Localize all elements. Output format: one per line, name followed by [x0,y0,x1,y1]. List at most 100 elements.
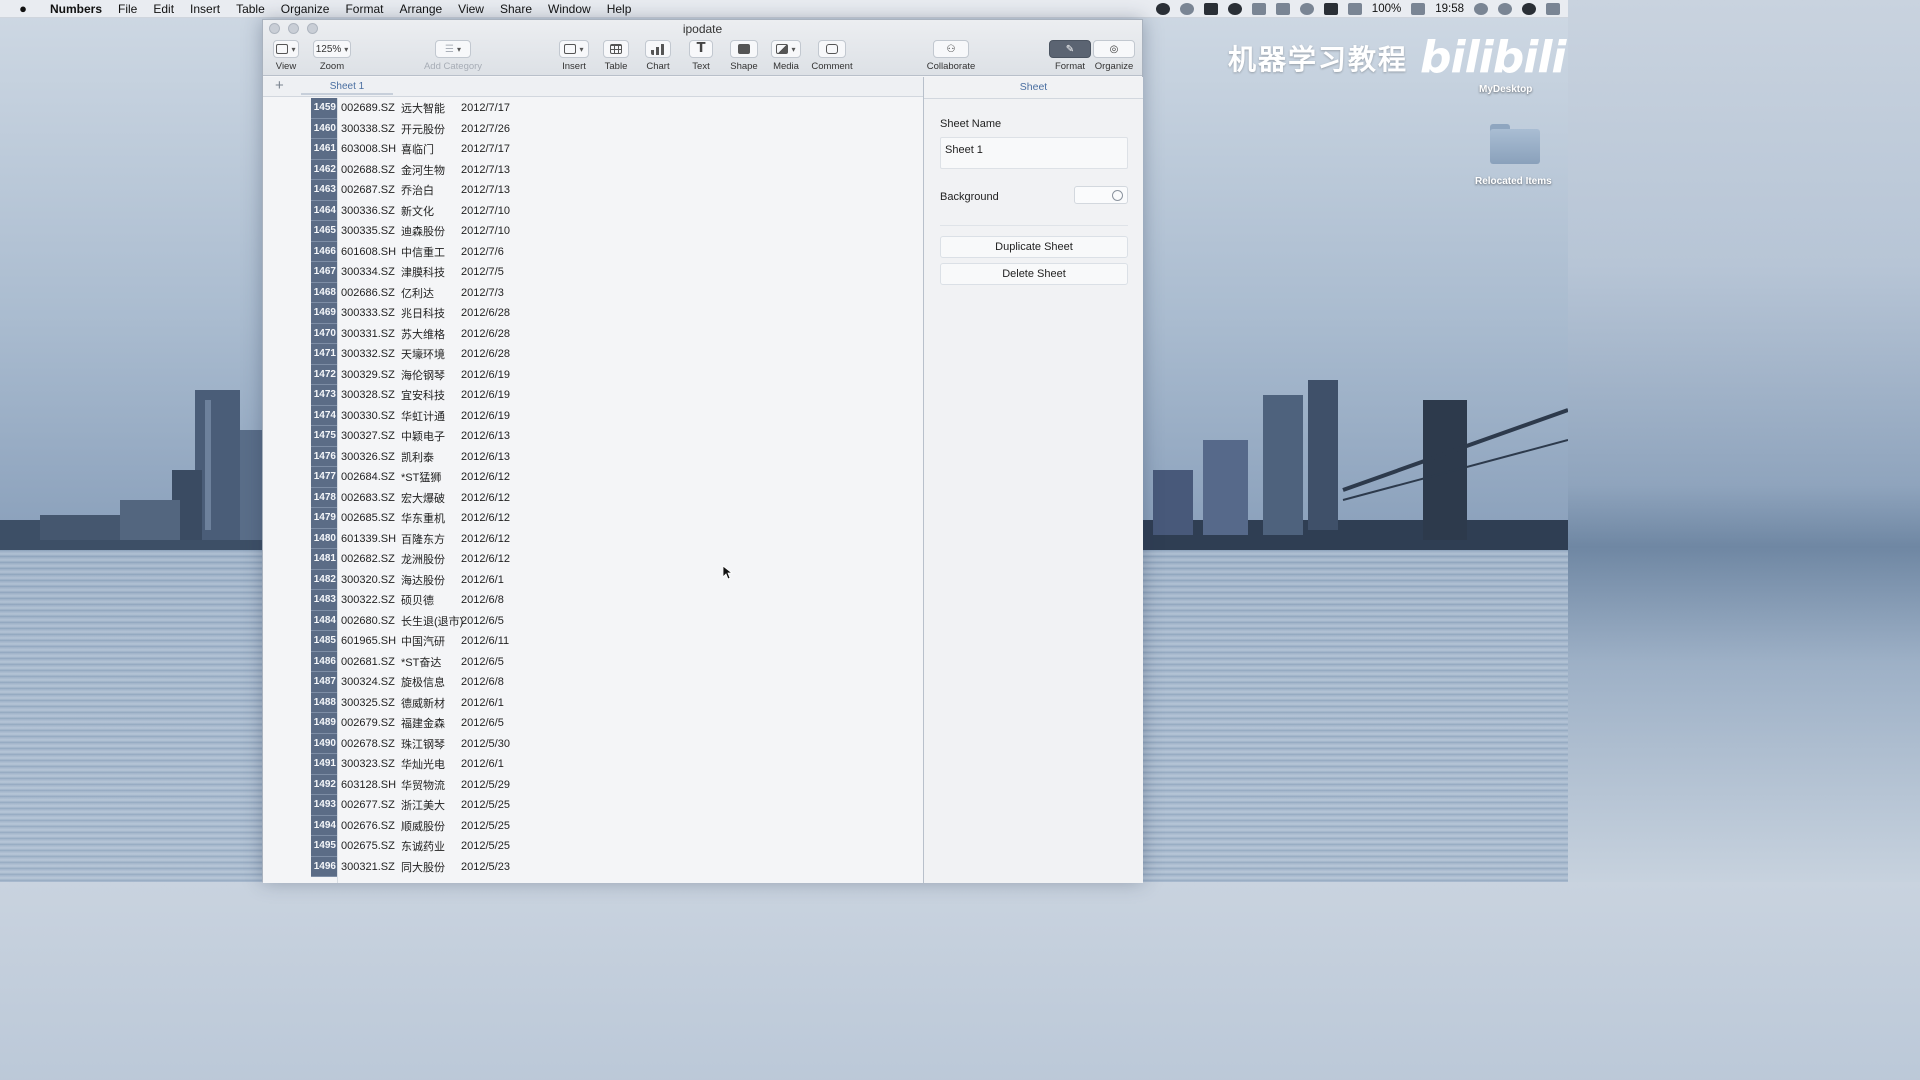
stock-code-cell[interactable]: 002689.SZ [337,102,399,114]
table-row[interactable]: 1485 601965.SH 中国汽研 2012/6/11 [311,631,530,652]
ipo-date-cell[interactable]: 2012/7/3 [460,287,530,299]
table-row[interactable]: 1489 002679.SZ 福建金森 2012/6/5 [311,713,530,734]
shield-icon[interactable] [1203,2,1218,15]
stock-code-cell[interactable]: 002682.SZ [337,553,399,565]
chart-button[interactable] [645,40,671,58]
row-number-cell[interactable]: 1495 [311,836,337,857]
row-number-cell[interactable]: 1469 [311,303,337,324]
stock-code-cell[interactable]: 300320.SZ [337,574,399,586]
row-number-cell[interactable]: 1478 [311,487,337,508]
stock-name-cell[interactable]: 中信重工 [399,244,460,260]
stock-code-cell[interactable]: 300336.SZ [337,205,399,217]
ipo-date-cell[interactable]: 2012/6/12 [460,492,530,504]
stock-name-cell[interactable]: 旋极信息 [399,674,460,690]
comment-button[interactable] [818,40,846,58]
text-tool[interactable]: T Text [689,40,713,72]
stock-code-cell[interactable]: 002677.SZ [337,799,399,811]
add-category-button[interactable]: ☰ ▾ [435,40,471,58]
ipo-date-cell[interactable]: 2012/5/29 [460,779,530,791]
table-row[interactable]: 1488 300325.SZ 德威新材 2012/6/1 [311,692,530,713]
clock[interactable]: 19:58 [1435,3,1464,15]
volume-icon[interactable] [1251,2,1266,15]
stock-code-cell[interactable]: 002679.SZ [337,717,399,729]
ipo-date-cell[interactable]: 2012/6/8 [460,594,530,606]
menu-app-name[interactable]: Numbers [42,2,110,16]
table-row[interactable]: 1471 300332.SZ 天壕环境 2012/6/28 [311,344,530,365]
row-number-cell[interactable]: 1459 [311,98,337,119]
table-row[interactable]: 1482 300320.SZ 海达股份 2012/6/1 [311,569,530,590]
ipo-date-cell[interactable]: 2012/6/8 [460,676,530,688]
organize-tool[interactable]: ◎ Organize [1093,40,1135,72]
stock-name-cell[interactable]: 迪森股份 [399,223,460,239]
stock-code-cell[interactable]: 601339.SH [337,533,399,545]
stock-name-cell[interactable]: 百隆东方 [399,531,460,547]
ipo-date-cell[interactable]: 2012/7/6 [460,246,530,258]
insert-tool[interactable]: ▾ Insert [559,40,589,72]
row-number-cell[interactable]: 1477 [311,467,337,488]
row-number-cell[interactable]: 1460 [311,118,337,139]
row-number-cell[interactable]: 1468 [311,282,337,303]
chart-tool[interactable]: Chart [645,40,671,72]
stock-name-cell[interactable]: 兆日科技 [399,305,460,321]
stock-name-cell[interactable]: 天壕环境 [399,346,460,362]
row-number-cell[interactable]: 1479 [311,508,337,529]
ipo-date-cell[interactable]: 2012/6/12 [460,512,530,524]
stock-code-cell[interactable]: 300331.SZ [337,328,399,340]
menu-help[interactable]: Help [599,2,640,16]
stock-name-cell[interactable]: 海达股份 [399,572,460,588]
ipo-date-cell[interactable]: 2012/5/30 [460,738,530,750]
menu-window[interactable]: Window [540,2,599,16]
stock-code-cell[interactable]: 300324.SZ [337,676,399,688]
stock-code-cell[interactable]: 603008.SH [337,143,399,155]
stock-code-cell[interactable]: 300328.SZ [337,389,399,401]
sheet-name-field[interactable]: Sheet 1 [940,137,1128,169]
stock-name-cell[interactable]: 东诚药业 [399,838,460,854]
insert-button[interactable]: ▾ [559,40,589,58]
row-number-cell[interactable]: 1461 [311,139,337,160]
add-sheet-button[interactable]: + [275,78,284,94]
table-row[interactable]: 1469 300333.SZ 兆日科技 2012/6/28 [311,303,530,324]
row-number-cell[interactable]: 1481 [311,549,337,570]
zoom-select[interactable]: 125% ▾ [313,40,351,58]
stock-name-cell[interactable]: 华灿光电 [399,756,460,772]
stock-code-cell[interactable]: 601965.SH [337,635,399,647]
row-number-cell[interactable]: 1482 [311,569,337,590]
table-row[interactable]: 1466 601608.SH 中信重工 2012/7/6 [311,241,530,262]
collaborate-tool[interactable]: ⚇ Collaborate [925,40,977,72]
table-row[interactable]: 1467 300334.SZ 津膜科技 2012/7/5 [311,262,530,283]
table-row[interactable]: 1486 002681.SZ *ST奋达 2012/6/5 [311,651,530,672]
stock-name-cell[interactable]: 同大股份 [399,859,460,875]
stock-name-cell[interactable]: 福建金森 [399,715,460,731]
ipo-date-cell[interactable]: 2012/7/5 [460,266,530,278]
table-row[interactable]: 1463 002687.SZ 乔治白 2012/7/13 [311,180,530,201]
ipo-date-cell[interactable]: 2012/7/10 [460,205,530,217]
table-row[interactable]: 1491 300323.SZ 华灿光电 2012/6/1 [311,754,530,775]
input-method-icon[interactable] [1323,2,1338,15]
stock-name-cell[interactable]: 顺威股份 [399,818,460,834]
row-number-cell[interactable]: 1462 [311,159,337,180]
ipo-date-cell[interactable]: 2012/6/5 [460,717,530,729]
ipo-date-cell[interactable]: 2012/7/17 [460,102,530,114]
row-number-cell[interactable]: 1484 [311,610,337,631]
ipo-date-cell[interactable]: 2012/6/12 [460,533,530,545]
user-icon[interactable] [1474,2,1488,15]
table-row[interactable]: 1477 002684.SZ *ST猛狮 2012/6/12 [311,467,530,488]
sheet-canvas[interactable]: 1459 002689.SZ 远大智能 2012/7/17 1460 300338.SZ 开… [263,98,923,883]
sync-icon[interactable] [1179,2,1194,15]
ipo-date-cell[interactable]: 2012/7/13 [460,184,530,196]
stock-name-cell[interactable]: 中颖电子 [399,428,460,444]
table-row[interactable]: 1465 300335.SZ 迪森股份 2012/7/10 [311,221,530,242]
wifi-icon[interactable] [1299,2,1314,15]
table-row[interactable]: 1484 002680.SZ 长生退(退市) 2012/6/5 [311,610,530,631]
table-row[interactable]: 1490 002678.SZ 珠江钢琴 2012/5/30 [311,733,530,754]
table-tool[interactable]: Table [603,40,629,72]
stock-code-cell[interactable]: 002683.SZ [337,492,399,504]
menu-arrange[interactable]: Arrange [391,2,450,16]
bluetooth-icon[interactable] [1347,2,1362,15]
table-row[interactable]: 1480 601339.SH 百隆东方 2012/6/12 [311,528,530,549]
media-button[interactable]: ▾ [771,40,801,58]
stock-code-cell[interactable]: 300321.SZ [337,861,399,873]
ipo-date-cell[interactable]: 2012/6/19 [460,410,530,422]
menu-insert[interactable]: Insert [182,2,228,16]
table-row[interactable]: 1481 002682.SZ 龙洲股份 2012/6/12 [311,549,530,570]
